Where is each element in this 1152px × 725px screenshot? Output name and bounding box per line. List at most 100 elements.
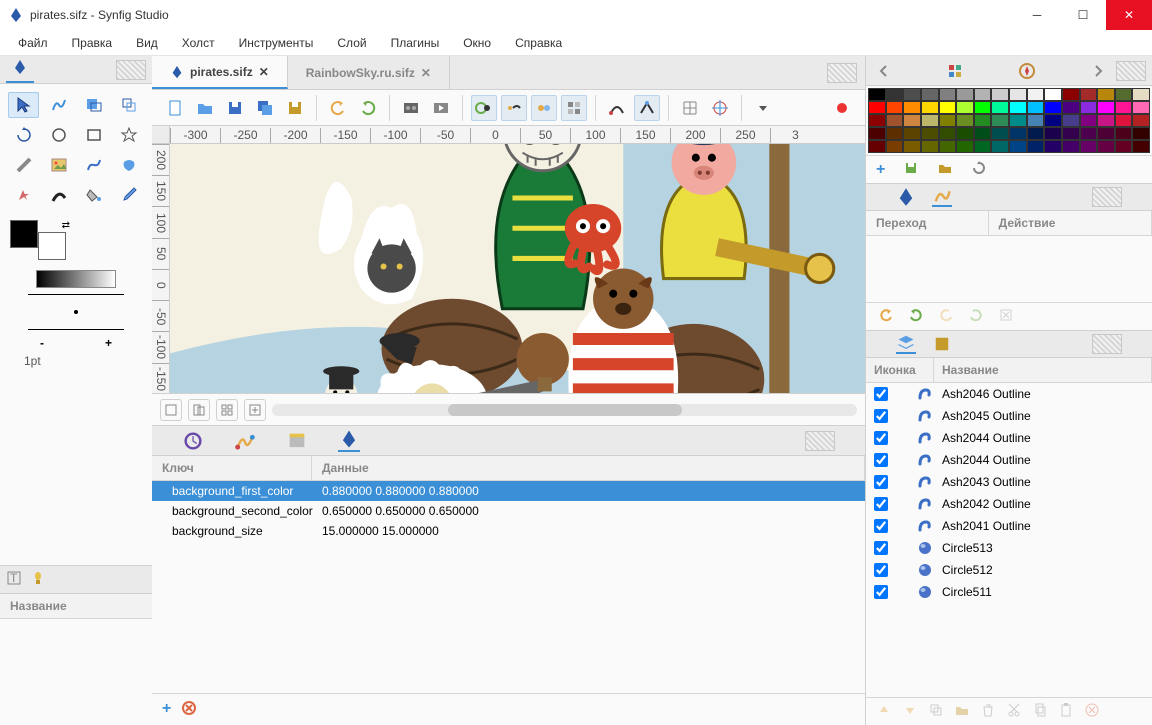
save-icon[interactable]	[222, 95, 248, 121]
palette-swatch[interactable]	[1027, 140, 1045, 153]
tools-tab-icon[interactable]	[6, 56, 34, 83]
palette-swatch[interactable]	[939, 127, 957, 140]
palette-swatch[interactable]	[1062, 88, 1080, 101]
tab-rainbowsky[interactable]: RainbowSky.ru.sifz ✕	[288, 56, 450, 89]
open-file-icon[interactable]	[192, 95, 218, 121]
nav-next-icon[interactable]	[1086, 59, 1110, 83]
tab-pirates[interactable]: pirates.sifz ✕	[152, 56, 288, 89]
palette-swatch[interactable]	[1132, 101, 1150, 114]
palette-swatch[interactable]	[1044, 88, 1062, 101]
palette-swatch[interactable]	[1009, 140, 1027, 153]
palette-swatch[interactable]	[1009, 127, 1027, 140]
meta-tab-1[interactable]	[182, 430, 204, 452]
tool-cutout[interactable]	[8, 182, 39, 208]
meta-row[interactable]: background_first_color0.880000 0.880000 …	[152, 481, 865, 501]
drag-handle[interactable]	[1092, 187, 1122, 207]
minimize-button[interactable]: ─	[1014, 0, 1060, 30]
bezier-mode-icon[interactable]	[634, 95, 660, 121]
menu-tools[interactable]: Инструменты	[229, 32, 324, 54]
palette-swatch[interactable]	[868, 114, 886, 127]
palette-swatch[interactable]	[903, 140, 921, 153]
h-scrollbar[interactable]	[272, 404, 857, 416]
layer-visible-checkbox[interactable]	[874, 431, 888, 445]
menu-view[interactable]: Вид	[126, 32, 168, 54]
palette-swatch[interactable]	[991, 101, 1009, 114]
palette-swatch[interactable]	[1115, 88, 1133, 101]
palette-swatch[interactable]	[991, 88, 1009, 101]
layer-row[interactable]: Ash2044 Outline	[866, 449, 1152, 471]
maximize-button[interactable]: ☐	[1060, 0, 1106, 30]
drag-handle[interactable]	[805, 431, 835, 451]
menu-layer[interactable]: Слой	[327, 32, 376, 54]
redo-icon[interactable]	[355, 95, 381, 121]
layer-group-icon[interactable]	[954, 702, 970, 721]
palette-swatch[interactable]	[1115, 101, 1133, 114]
tool-mask[interactable]	[78, 92, 109, 118]
add-meta-icon[interactable]: +	[162, 700, 171, 719]
palette-swatch[interactable]	[868, 127, 886, 140]
layer-cut-icon[interactable]	[1006, 702, 1022, 721]
onion-before-icon[interactable]	[471, 95, 497, 121]
palette-swatch[interactable]	[1044, 114, 1062, 127]
layer-visible-checkbox[interactable]	[874, 541, 888, 555]
bg-color[interactable]	[38, 232, 66, 260]
palette-swatch[interactable]	[1044, 127, 1062, 140]
layer-x-icon[interactable]	[1084, 702, 1100, 721]
palette-swatch[interactable]	[903, 101, 921, 114]
palette-swatch[interactable]	[974, 88, 992, 101]
palette-swatch[interactable]	[991, 114, 1009, 127]
layer-visible-checkbox[interactable]	[874, 585, 888, 599]
palette-swatch[interactable]	[886, 101, 904, 114]
palette-swatch[interactable]	[1115, 127, 1133, 140]
children-tab-icon[interactable]	[30, 570, 46, 589]
bezier-icon[interactable]	[604, 95, 630, 121]
layer-row[interactable]: Ash2044 Outline	[866, 427, 1152, 449]
pal-add-icon[interactable]: +	[876, 161, 885, 179]
params-tab-icon[interactable]: T	[6, 570, 22, 589]
zoom-fit-icon[interactable]	[160, 399, 182, 421]
swap-colors-icon[interactable]: ⇄	[62, 220, 70, 231]
layer-row[interactable]: Circle511	[866, 581, 1152, 603]
palette-swatch[interactable]	[1132, 127, 1150, 140]
palette-swatch[interactable]	[1062, 127, 1080, 140]
palette-swatch[interactable]	[921, 88, 939, 101]
palette-swatch[interactable]	[974, 101, 992, 114]
grid-icon[interactable]	[677, 95, 703, 121]
color-palette[interactable]	[866, 86, 1152, 155]
hist-redo-dim-icon[interactable]	[968, 307, 984, 326]
zoom-prev-icon[interactable]	[188, 399, 210, 421]
tool-draw[interactable]	[43, 182, 74, 208]
drag-handle[interactable]	[1092, 334, 1122, 354]
meta-col-data[interactable]: Данные	[312, 456, 865, 480]
palette-swatch[interactable]	[1097, 127, 1115, 140]
palette-swatch[interactable]	[974, 114, 992, 127]
palette-swatch[interactable]	[939, 101, 957, 114]
layer-row[interactable]: Ash2045 Outline	[866, 405, 1152, 427]
palette-swatch[interactable]	[1027, 101, 1045, 114]
palette-swatch[interactable]	[1080, 140, 1098, 153]
palette-swatch[interactable]	[1097, 140, 1115, 153]
tool-rect[interactable]	[78, 122, 109, 148]
palette-swatch[interactable]	[921, 127, 939, 140]
layer-row[interactable]: Ash2043 Outline	[866, 471, 1152, 493]
palette-swatch[interactable]	[1009, 88, 1027, 101]
tool-circle[interactable]	[43, 122, 74, 148]
layer-visible-checkbox[interactable]	[874, 387, 888, 401]
close-button[interactable]: ✕	[1106, 0, 1152, 30]
meta-col-key[interactable]: Ключ	[152, 456, 312, 480]
low-res-icon[interactable]	[561, 95, 587, 121]
gradient-preview[interactable]	[36, 270, 116, 288]
onion-skin-icon[interactable]	[531, 95, 557, 121]
render-icon[interactable]	[398, 95, 424, 121]
pal-open-icon[interactable]	[937, 160, 953, 179]
layer-visible-checkbox[interactable]	[874, 409, 888, 423]
menu-edit[interactable]: Правка	[62, 32, 123, 54]
layer-visible-checkbox[interactable]	[874, 453, 888, 467]
layer-down-icon[interactable]	[902, 702, 918, 721]
palette-swatch[interactable]	[974, 140, 992, 153]
save-as-icon[interactable]	[282, 95, 308, 121]
palette-swatch[interactable]	[1097, 88, 1115, 101]
drag-handle[interactable]	[116, 60, 146, 80]
palette-swatch[interactable]	[974, 127, 992, 140]
palette-swatch[interactable]	[1115, 114, 1133, 127]
